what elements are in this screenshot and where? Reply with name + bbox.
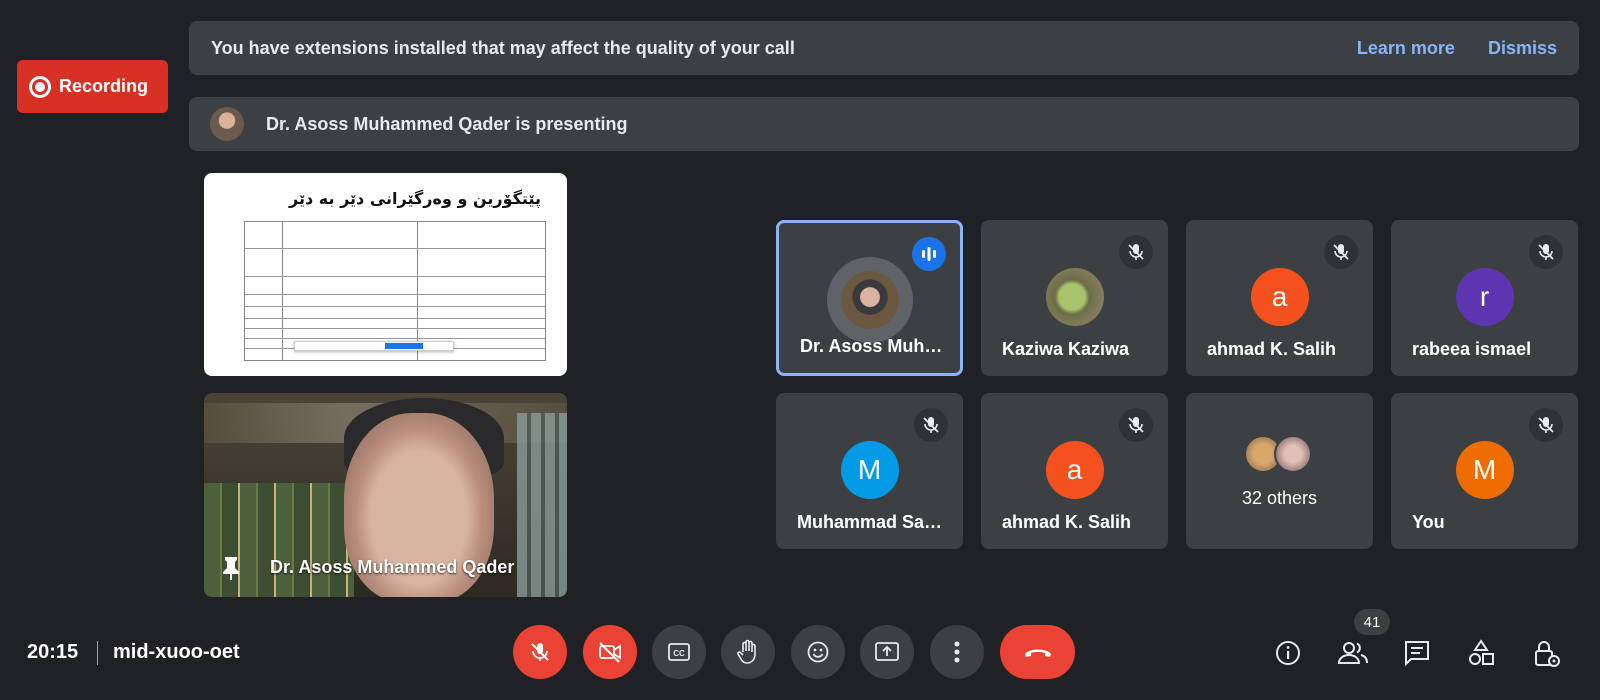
participant-avatar: r bbox=[1455, 268, 1514, 326]
captions-icon: CC bbox=[668, 643, 690, 661]
meeting-info-button[interactable] bbox=[1268, 633, 1308, 673]
mic-muted-icon bbox=[1529, 408, 1563, 442]
participant-avatar: a bbox=[1045, 441, 1104, 499]
participant-tile[interactable]: Dr. Asoss Muh… bbox=[776, 220, 963, 376]
mic-off-icon bbox=[531, 643, 549, 661]
host-controls-icon bbox=[1535, 641, 1560, 667]
chat-icon bbox=[1405, 641, 1429, 667]
presentation-tile[interactable]: پێتگۆرین و وەرگێرانی دێر بە دێر bbox=[204, 173, 567, 376]
self-tile[interactable]: M You bbox=[1391, 393, 1578, 549]
presenting-banner: Dr. Asoss Muhammed Qader is presenting bbox=[189, 97, 1579, 151]
participant-name: ahmad K. Salih bbox=[1002, 512, 1132, 532]
present-screen-icon bbox=[875, 642, 899, 661]
participant-tile[interactable]: M Muhammad Sa… bbox=[776, 393, 963, 549]
raise-hand-icon bbox=[737, 639, 756, 664]
meeting-code: mid-xuoo-oet bbox=[113, 641, 240, 663]
mic-muted-icon bbox=[1119, 235, 1153, 269]
participant-name: Kaziwa Kaziwa bbox=[1002, 339, 1130, 359]
meeting-time: 20:15 bbox=[27, 641, 79, 663]
slide-popup bbox=[294, 341, 454, 351]
mic-muted-icon bbox=[1119, 408, 1153, 442]
svg-text:CC: CC bbox=[673, 649, 685, 658]
participant-name: Dr. Asoss Muh… bbox=[800, 336, 943, 356]
pin-icon[interactable] bbox=[218, 555, 244, 581]
camera-toggle-button[interactable] bbox=[583, 625, 637, 679]
dismiss-button[interactable]: Dismiss bbox=[1488, 38, 1557, 59]
mic-muted-icon bbox=[914, 408, 948, 442]
end-call-button[interactable] bbox=[1000, 625, 1075, 679]
extension-warning-text: You have extensions installed that may a… bbox=[211, 37, 795, 58]
recording-label: Recording bbox=[59, 76, 149, 96]
mic-muted-icon bbox=[1529, 235, 1563, 269]
participant-tile[interactable]: a ahmad K. Salih bbox=[1186, 220, 1373, 376]
emoji-reaction-button[interactable] bbox=[791, 625, 845, 679]
captions-button[interactable]: CC bbox=[652, 625, 706, 679]
activities-icon bbox=[1469, 639, 1494, 665]
recording-indicator[interactable]: Recording bbox=[17, 60, 168, 113]
footer-divider bbox=[97, 641, 98, 665]
participant-photo bbox=[826, 257, 913, 343]
presenter-video-name: Dr. Asoss Muhammed Qader bbox=[270, 557, 515, 577]
others-avatars bbox=[1243, 435, 1316, 473]
info-icon bbox=[1276, 641, 1300, 665]
slide-table bbox=[244, 221, 546, 361]
participant-tile[interactable]: r rabeea ismael bbox=[1391, 220, 1578, 376]
present-screen-button[interactable] bbox=[860, 625, 914, 679]
people-button[interactable] bbox=[1333, 633, 1373, 673]
others-count: 32 others bbox=[1241, 488, 1318, 508]
activities-button[interactable] bbox=[1461, 633, 1501, 673]
participant-name: Muhammad Sa… bbox=[797, 512, 943, 532]
record-icon bbox=[29, 75, 51, 98]
raise-hand-button[interactable] bbox=[721, 625, 775, 679]
participant-avatar: M bbox=[1455, 441, 1514, 499]
mic-muted-icon bbox=[1324, 235, 1358, 269]
participant-name: You bbox=[1412, 512, 1445, 532]
participant-count-badge: 41 bbox=[1354, 609, 1390, 635]
participant-avatar: a bbox=[1250, 268, 1309, 326]
mic-toggle-button[interactable] bbox=[513, 625, 567, 679]
participant-avatar: M bbox=[840, 441, 899, 499]
presenting-text: Dr. Asoss Muhammed Qader is presenting bbox=[266, 113, 628, 134]
participant-tile[interactable]: a ahmad K. Salih bbox=[981, 393, 1168, 549]
participant-name: ahmad K. Salih bbox=[1207, 339, 1337, 359]
speaking-indicator-icon bbox=[912, 237, 946, 271]
chat-button[interactable] bbox=[1397, 633, 1437, 673]
more-options-icon bbox=[954, 641, 960, 663]
extension-warning-banner: You have extensions installed that may a… bbox=[189, 21, 1579, 75]
people-icon bbox=[1337, 642, 1368, 664]
participant-photo bbox=[1045, 268, 1104, 326]
learn-more-link[interactable]: Learn more bbox=[1357, 38, 1455, 59]
presenter-video[interactable]: Dr. Asoss Muhammed Qader bbox=[204, 393, 567, 597]
meet-window: Recording You have extensions installed … bbox=[0, 0, 1600, 700]
emoji-icon bbox=[807, 641, 829, 663]
end-call-icon bbox=[1024, 649, 1051, 657]
camera-off-icon bbox=[599, 642, 621, 663]
presenter-avatar bbox=[210, 107, 244, 141]
more-options-button[interactable] bbox=[930, 625, 984, 679]
slide-title: پێتگۆرین و وەرگێرانی دێر بە دێر bbox=[289, 189, 541, 208]
others-tile[interactable]: 32 others bbox=[1186, 393, 1373, 549]
participant-name: rabeea ismael bbox=[1412, 339, 1532, 359]
participant-tile[interactable]: Kaziwa Kaziwa bbox=[981, 220, 1168, 376]
host-controls-button[interactable] bbox=[1526, 633, 1566, 673]
